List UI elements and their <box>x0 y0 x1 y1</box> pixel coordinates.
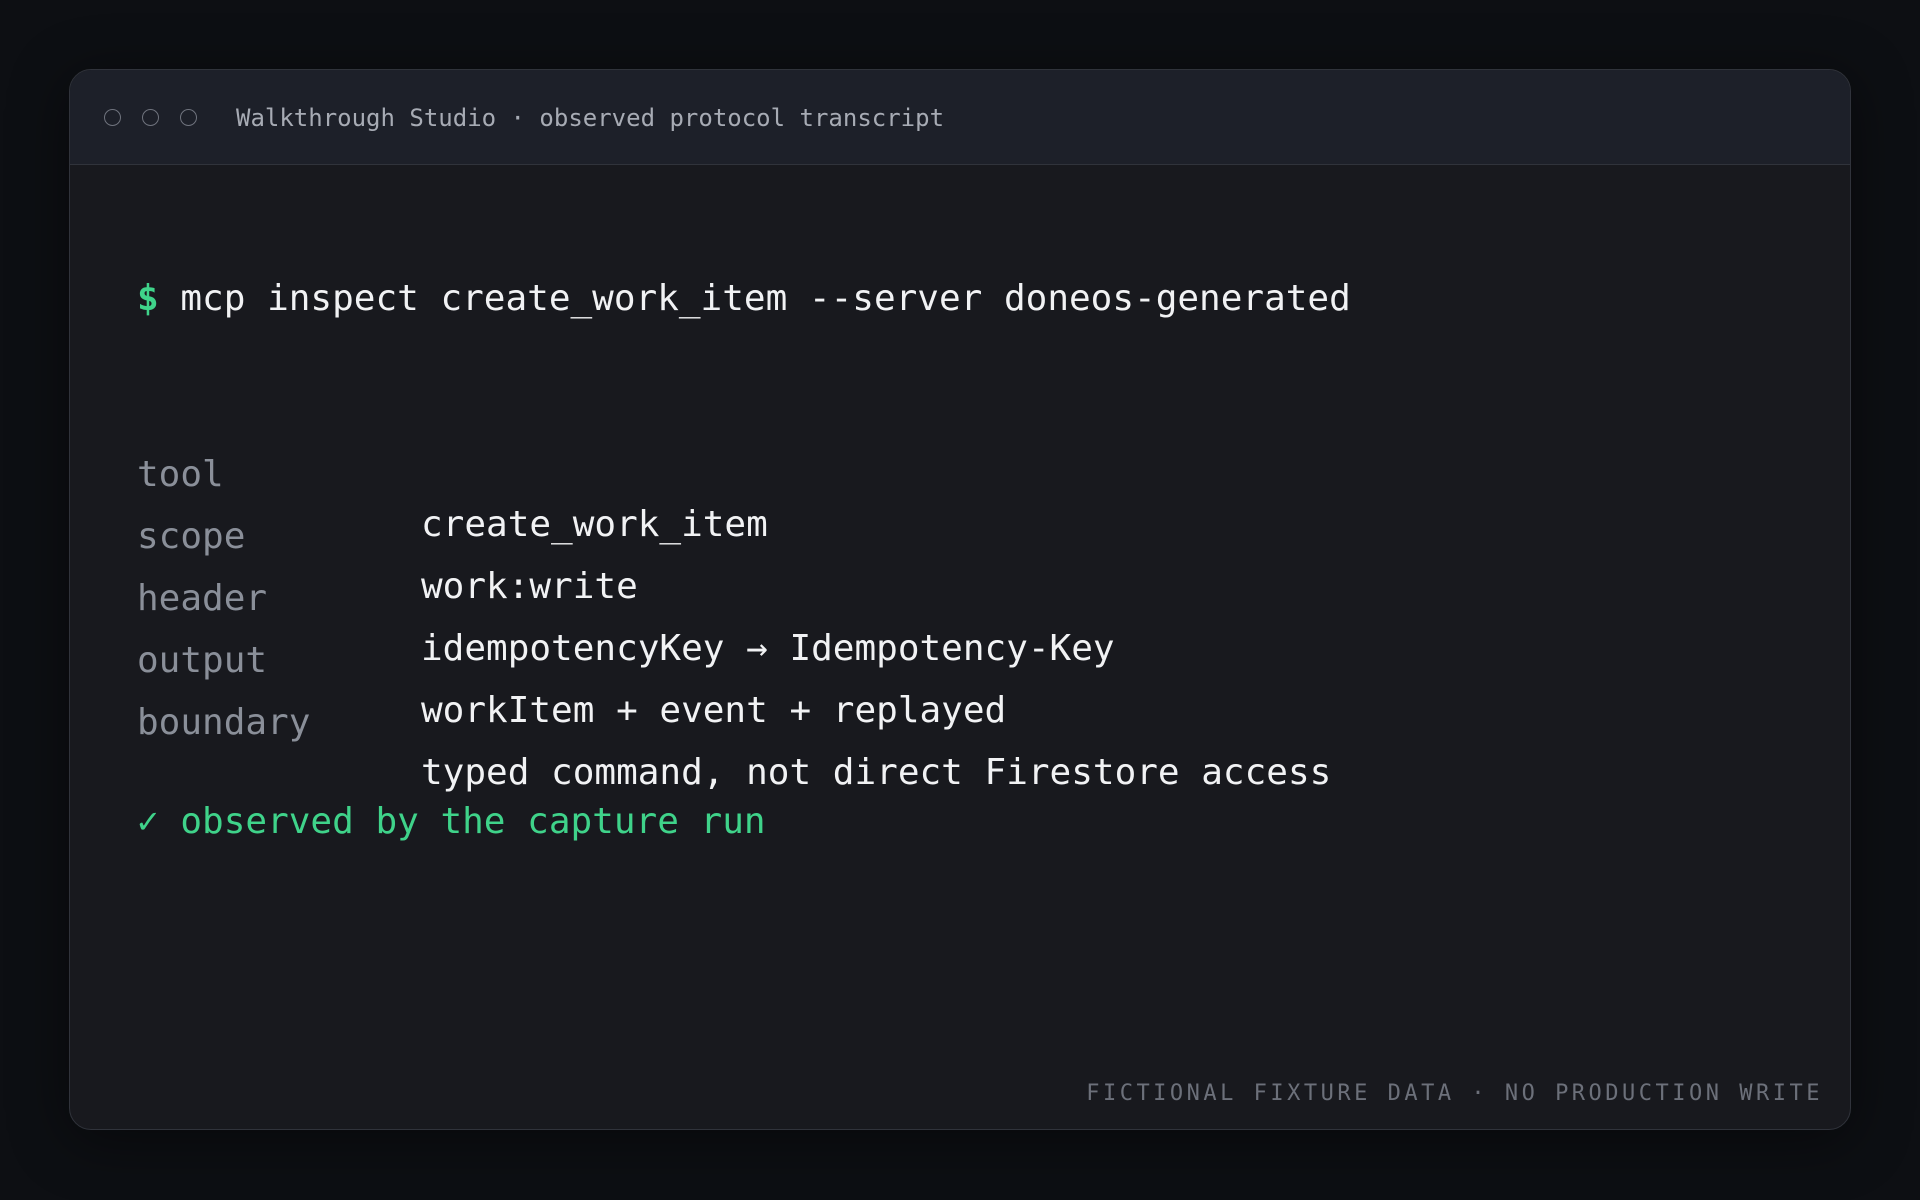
command-line: $ mcp inspect create_work_item --server … <box>137 274 1351 324</box>
status-line: ✓ observed by the capture run <box>137 797 766 847</box>
output-key: boundary <box>137 702 311 743</box>
window-close-button[interactable] <box>104 109 121 126</box>
prompt-symbol: $ <box>137 278 159 319</box>
output-value: typed command, not direct Firestore acce… <box>421 752 1332 793</box>
terminal-content: $ mcp inspect create_work_item --server … <box>137 165 1850 1129</box>
output-value: workItem + event + replayed <box>421 690 1007 731</box>
status-text: observed by the capture run <box>180 801 766 842</box>
window-maximize-button[interactable] <box>180 109 197 126</box>
output-value: create_work_item <box>421 504 768 545</box>
output-value: work:write <box>421 566 638 607</box>
checkmark-icon: ✓ <box>137 801 159 842</box>
terminal-window: Walkthrough Studio · observed protocol t… <box>69 69 1851 1130</box>
output-value: idempotencyKey → Idempotency-Key <box>421 628 1115 669</box>
command-text: mcp inspect create_work_item --server do… <box>180 278 1351 319</box>
window-minimize-button[interactable] <box>142 109 159 126</box>
fixture-notice: FICTIONAL FIXTURE DATA · NO PRODUCTION W… <box>1086 1081 1823 1106</box>
window-title: Walkthrough Studio · observed protocol t… <box>236 104 945 132</box>
window-titlebar: Walkthrough Studio · observed protocol t… <box>70 70 1850 165</box>
